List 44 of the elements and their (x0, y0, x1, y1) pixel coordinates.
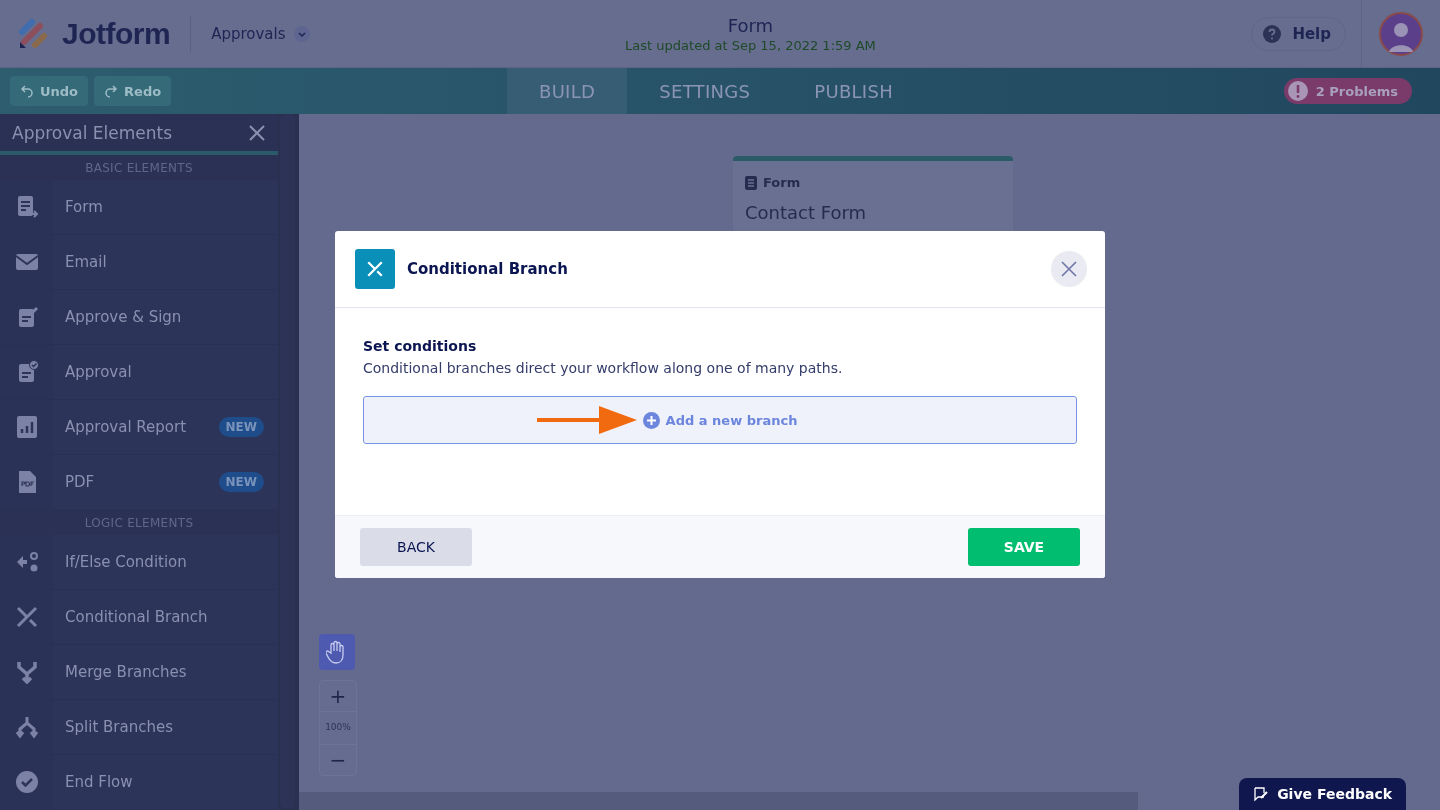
section-heading: Set conditions (363, 338, 478, 354)
dialog-title: Conditional Branch (407, 260, 569, 278)
new-badge: NEW (218, 472, 264, 493)
scrollbar-thumb[interactable] (280, 114, 295, 809)
avatar-icon[interactable] (1379, 11, 1423, 56)
chevron-down-icon (293, 25, 310, 42)
element-icon (14, 415, 39, 440)
zoom-out-button[interactable]: − (320, 745, 356, 775)
form-icon (745, 175, 757, 190)
back-button[interactable]: BACK (360, 528, 472, 566)
feedback-icon (1253, 786, 1270, 802)
close-button[interactable] (1051, 251, 1087, 287)
node-title: Contact Form (745, 202, 868, 223)
logo-wordmark[interactable]: Jotform (62, 16, 171, 51)
nav-tab[interactable]: SETTINGS (627, 68, 783, 114)
undo-icon (20, 84, 34, 98)
hand-tool-icon[interactable] (319, 634, 355, 670)
help-icon (1262, 23, 1283, 44)
plus-circle-icon (642, 411, 660, 429)
app-menu[interactable]: Approvals (211, 24, 310, 43)
node-type-label: Form (763, 175, 801, 190)
nav-tab[interactable]: BUILD (507, 68, 628, 114)
form-title: Form (727, 14, 774, 36)
element-icon (14, 605, 39, 629)
new-badge: NEW (218, 417, 264, 438)
nav-tab[interactable]: PUBLISH (782, 68, 926, 114)
panel-title: Approval Elements (12, 122, 173, 143)
close-icon[interactable] (248, 123, 266, 142)
problems-button[interactable]: 2 Problems (1283, 78, 1412, 104)
element-icon (14, 660, 39, 684)
save-button[interactable]: SAVE (968, 528, 1080, 566)
close-icon (1061, 261, 1077, 277)
feedback-button[interactable]: Give Feedback (1239, 778, 1406, 810)
last-updated-text: Last updated at Sep 15, 2022 1:59 AM (625, 37, 876, 53)
zoom-in-button[interactable]: + (320, 681, 356, 711)
element-icon (14, 715, 39, 739)
warning-icon (1287, 81, 1308, 101)
horizontal-scrollbar[interactable] (299, 792, 1138, 810)
crossed-arrows-icon (355, 249, 395, 289)
element-icon (14, 770, 39, 794)
add-branch-button[interactable]: Add a new branch (363, 396, 1077, 444)
redo-icon (104, 84, 119, 98)
zoom-level: 100% (320, 711, 356, 745)
description-text: Conditional branches direct your workflow along one of many paths. (363, 360, 844, 376)
